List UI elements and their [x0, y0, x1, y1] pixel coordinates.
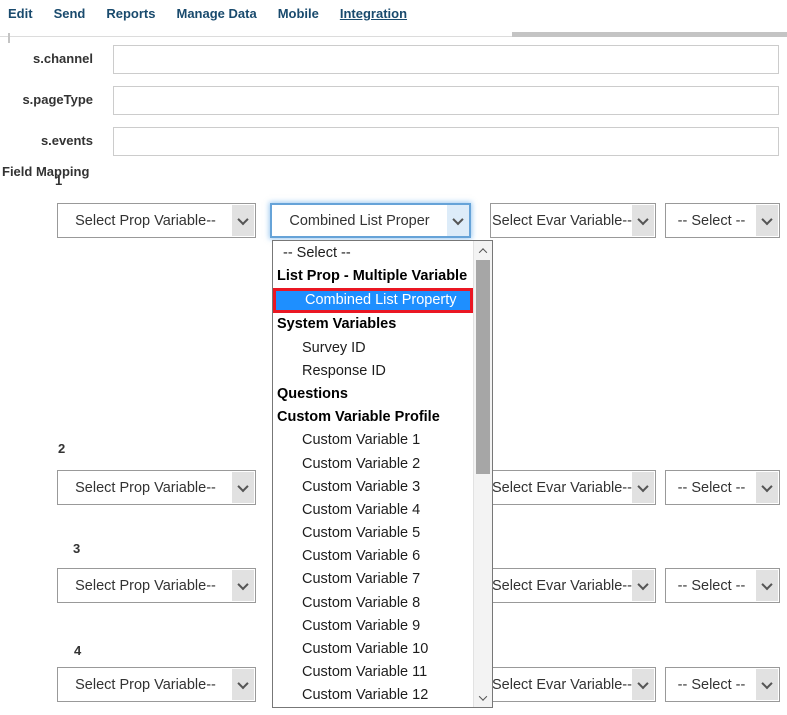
dropdown-option[interactable]: Custom Variable 12 — [273, 684, 473, 707]
chevron-down-icon — [232, 472, 254, 503]
chevron-down-icon — [756, 205, 778, 236]
chevron-down-icon — [632, 669, 654, 700]
evar-variable-select-3[interactable]: Select Evar Variable-- — [490, 568, 656, 603]
events-label: s.events — [0, 133, 93, 149]
horizontal-scrollbar-thumb[interactable] — [512, 32, 787, 37]
dropdown-option[interactable]: Custom Variable 11 — [273, 661, 473, 684]
scroll-down-icon[interactable] — [474, 689, 492, 706]
prop-dropdown-panel: -- Select --List Prop - Multiple Variabl… — [272, 240, 493, 708]
scroll-up-icon[interactable] — [474, 242, 492, 259]
evar-variable-select-3-value: Select Evar Variable-- — [492, 578, 654, 594]
dropdown-option[interactable]: Custom Variable 9 — [273, 615, 473, 638]
dropdown-option[interactable]: Combined List Property — [273, 288, 473, 313]
select-action-select-2[interactable]: -- Select -- — [665, 470, 780, 505]
chevron-down-icon — [232, 570, 254, 601]
chevron-down-icon — [756, 472, 778, 503]
dropdown-option[interactable]: Custom Variable 2 — [273, 453, 473, 476]
dropdown-option[interactable]: Custom Variable 7 — [273, 568, 473, 591]
dropdown-option[interactable]: Custom Variable 5 — [273, 522, 473, 545]
mapping-row-number: 4 — [74, 643, 81, 658]
scrollbar-thumb[interactable] — [476, 260, 490, 474]
mapped-variable-select-1-value: Combined List Proper — [289, 213, 451, 229]
prop-variable-select-4[interactable]: Select Prop Variable-- — [57, 667, 256, 702]
select-action-select-3-value: -- Select -- — [678, 578, 768, 594]
dropdown-option[interactable]: Response ID — [273, 360, 473, 383]
mapping-row-number: 1 — [55, 173, 62, 188]
nav-item-send[interactable]: Send — [54, 6, 86, 21]
evar-variable-select-1-value: Select Evar Variable-- — [492, 213, 654, 229]
nav-item-manage-data[interactable]: Manage Data — [176, 6, 256, 21]
chevron-down-icon — [632, 570, 654, 601]
pagetype-input[interactable] — [113, 86, 779, 115]
prop-variable-select-2[interactable]: Select Prop Variable-- — [57, 470, 256, 505]
select-action-select-3[interactable]: -- Select -- — [665, 568, 780, 603]
select-action-select-4-value: -- Select -- — [678, 677, 768, 693]
chevron-down-icon — [756, 669, 778, 700]
divider-tick — [8, 33, 10, 43]
nav-item-reports[interactable]: Reports — [106, 6, 155, 21]
chevron-down-icon — [232, 669, 254, 700]
field-mapping-title: Field Mapping — [2, 164, 89, 179]
prop-variable-select-2-value: Select Prop Variable-- — [75, 480, 238, 496]
chevron-down-icon — [232, 205, 254, 236]
dropdown-group-header: Questions — [273, 383, 473, 406]
dropdown-option[interactable]: Custom Variable 8 — [273, 592, 473, 615]
dropdown-option[interactable]: Survey ID — [273, 337, 473, 360]
chevron-down-icon — [632, 472, 654, 503]
dropdown-scrollbar[interactable] — [473, 241, 492, 707]
dropdown-group-header: Custom Variable Profile — [273, 406, 473, 429]
dropdown-option[interactable]: Custom Variable 1 — [273, 429, 473, 452]
nav-item-mobile[interactable]: Mobile — [278, 6, 319, 21]
select-action-select-4[interactable]: -- Select -- — [665, 667, 780, 702]
top-nav: Edit Send Reports Manage Data Mobile Integrat… — [8, 6, 407, 21]
select-action-select-2-value: -- Select -- — [678, 480, 768, 496]
dropdown-option[interactable]: Custom Variable 10 — [273, 638, 473, 661]
mapping-row-number: 2 — [58, 441, 65, 456]
dropdown-option[interactable]: Custom Variable 6 — [273, 545, 473, 568]
dropdown-option[interactable]: Custom Variable 3 — [273, 476, 473, 499]
evar-variable-select-2[interactable]: Select Evar Variable-- — [490, 470, 656, 505]
evar-variable-select-1[interactable]: Select Evar Variable-- — [490, 203, 656, 238]
mapped-variable-select-1[interactable]: Combined List Proper — [270, 203, 471, 238]
nav-item-edit[interactable]: Edit — [8, 6, 33, 21]
pagetype-label: s.pageType — [0, 92, 93, 108]
dropdown-option[interactable]: Custom Variable 4 — [273, 499, 473, 522]
evar-variable-select-4[interactable]: Select Evar Variable-- — [490, 667, 656, 702]
prop-variable-select-3-value: Select Prop Variable-- — [75, 578, 238, 594]
channel-label: s.channel — [0, 51, 93, 67]
dropdown-option[interactable]: -- Select -- — [273, 242, 473, 265]
evar-variable-select-4-value: Select Evar Variable-- — [492, 677, 654, 693]
select-action-select-1-value: -- Select -- — [678, 213, 768, 229]
chevron-down-icon — [756, 570, 778, 601]
select-action-select-1[interactable]: -- Select -- — [665, 203, 780, 238]
prop-variable-select-4-value: Select Prop Variable-- — [75, 677, 238, 693]
nav-item-integration[interactable]: Integration — [340, 6, 407, 21]
prop-variable-select-1[interactable]: Select Prop Variable-- — [57, 203, 256, 238]
evar-variable-select-2-value: Select Evar Variable-- — [492, 480, 654, 496]
mapping-row-number: 3 — [73, 541, 80, 556]
dropdown-group-header: System Variables — [273, 313, 473, 336]
chevron-down-icon — [447, 205, 469, 236]
prop-variable-select-3[interactable]: Select Prop Variable-- — [57, 568, 256, 603]
events-input[interactable] — [113, 127, 779, 156]
chevron-down-icon — [632, 205, 654, 236]
prop-variable-select-1-value: Select Prop Variable-- — [75, 213, 238, 229]
channel-input[interactable] — [113, 45, 779, 74]
integration-settings-page: Edit Send Reports Manage Data Mobile Integrat… — [0, 0, 787, 715]
dropdown-group-header: List Prop - Multiple Variable — [273, 265, 473, 288]
